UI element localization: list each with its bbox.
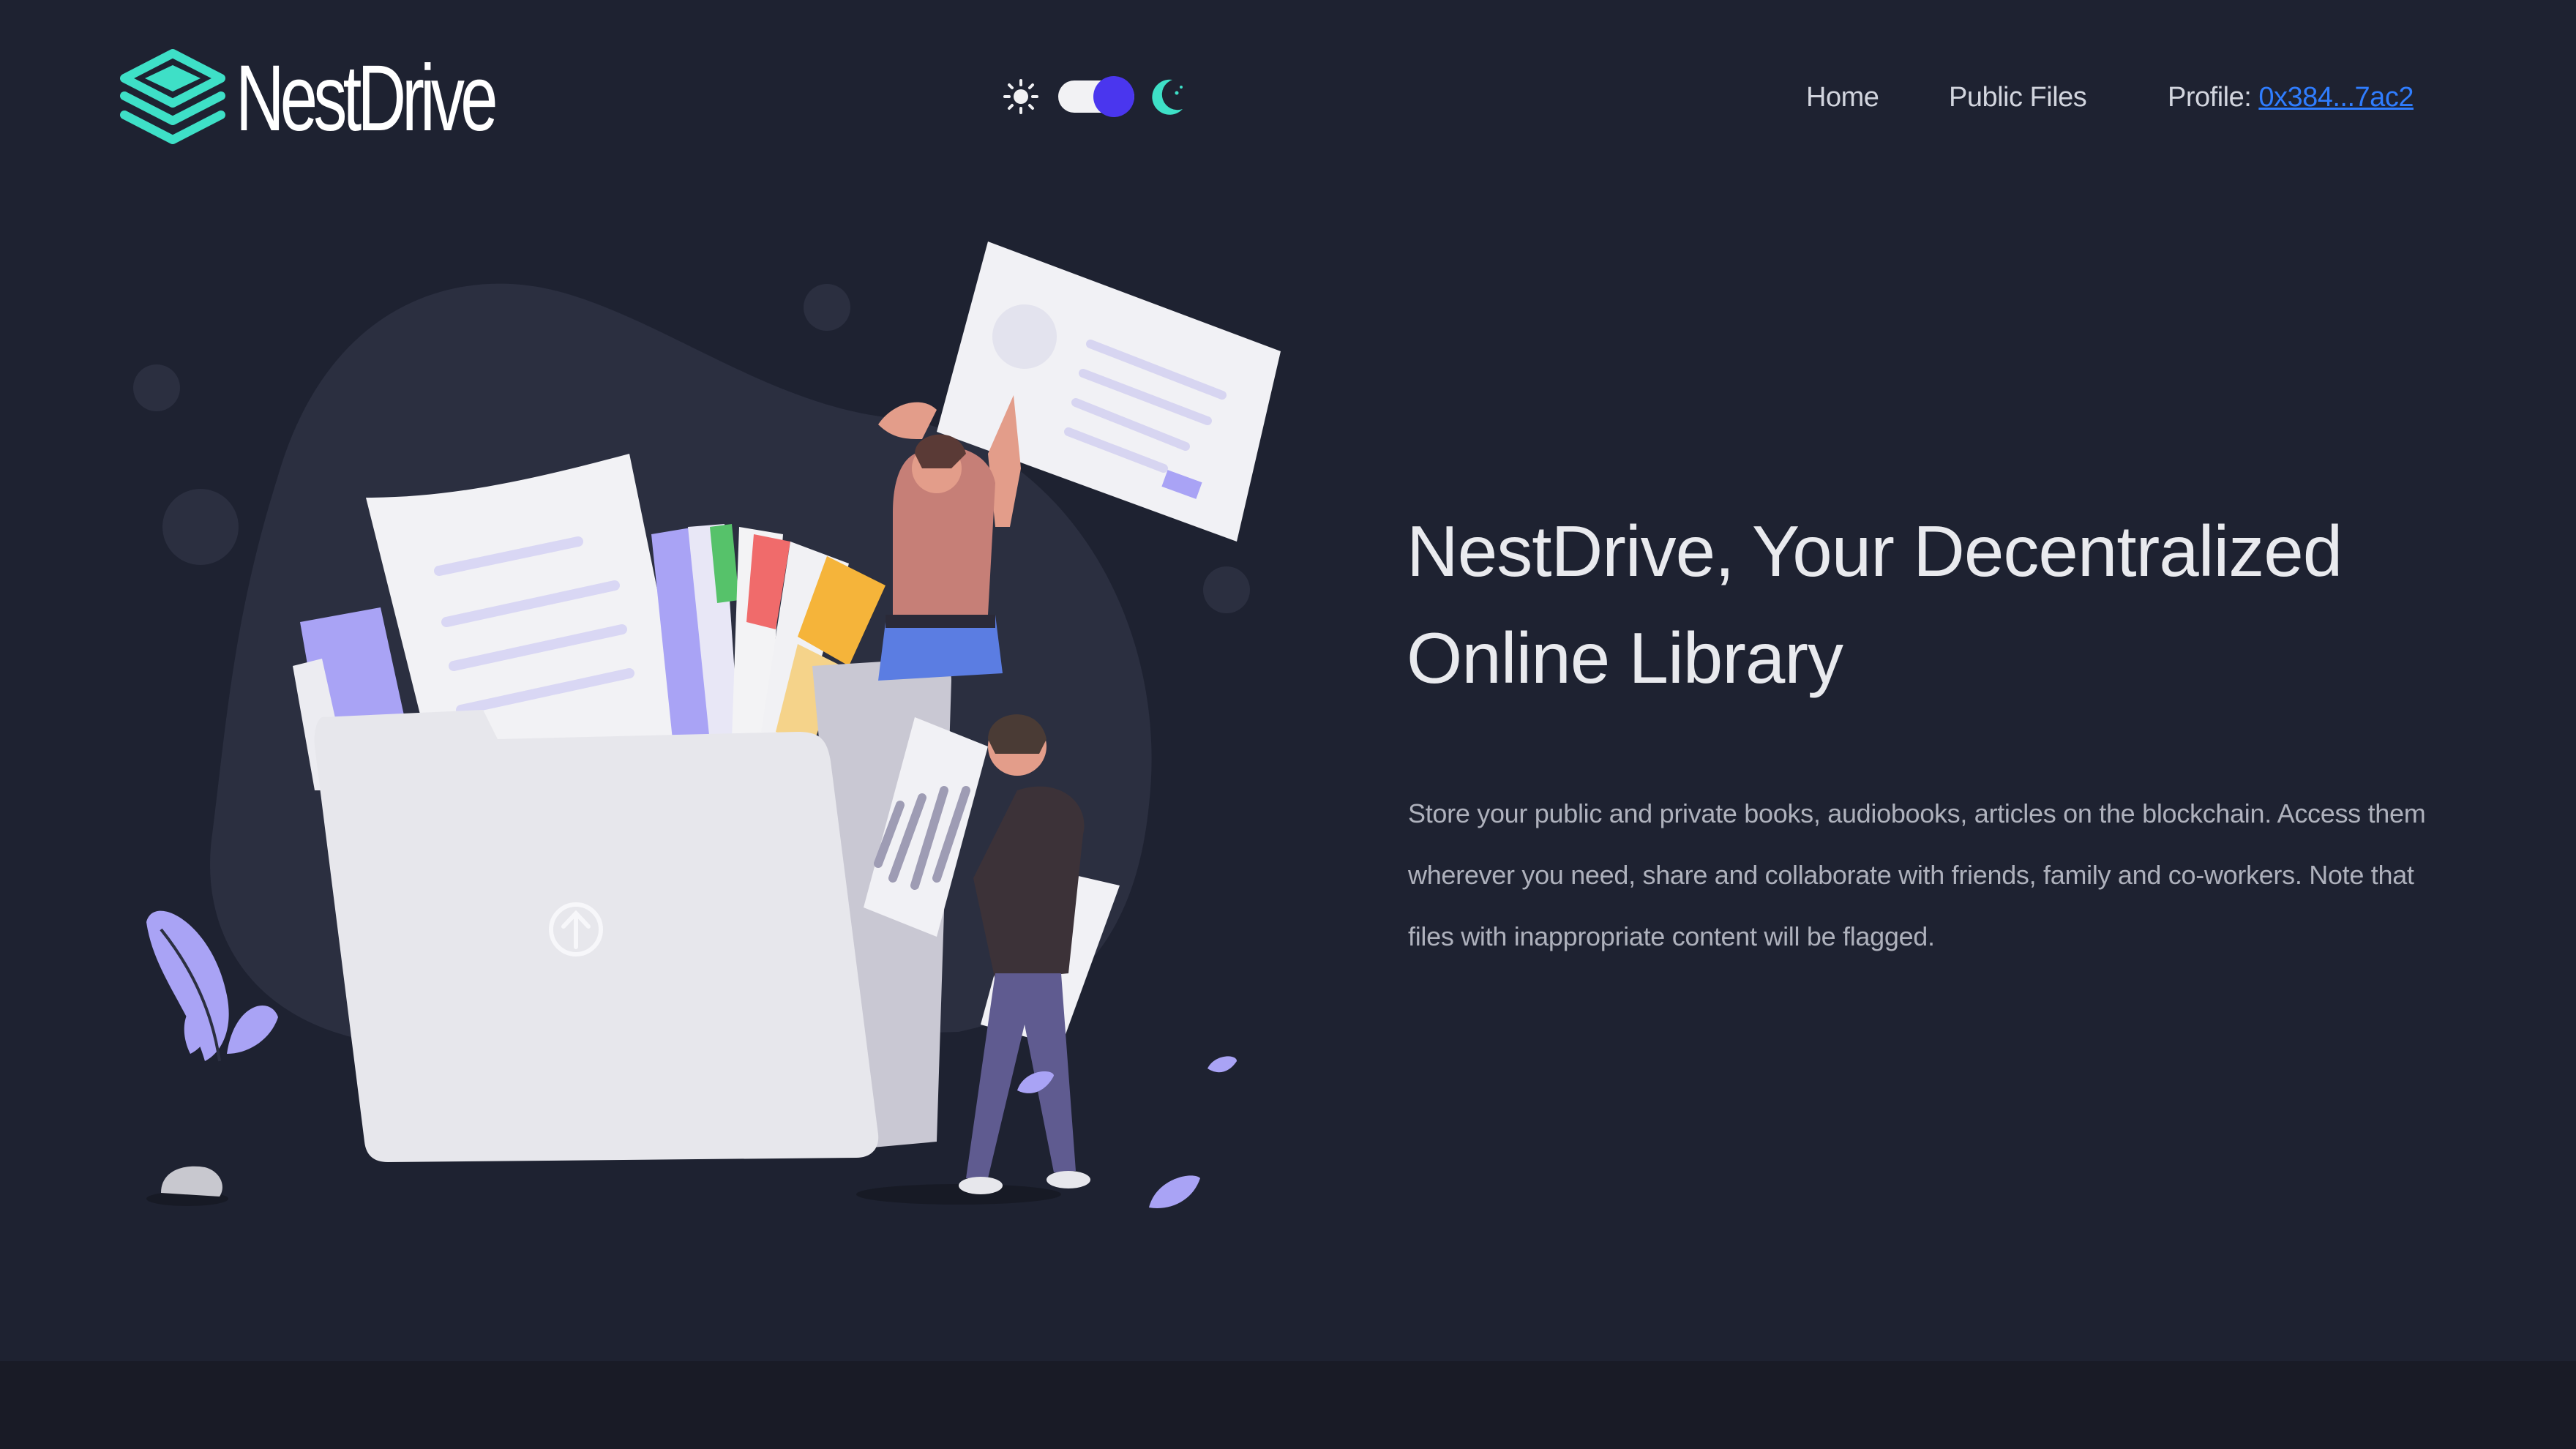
main-nav: Home Public Files Profile: 0x384...7ac2 [0, 79, 2576, 116]
landing-page: NestDrive Home Public Files Profile: 0x3… [0, 0, 2576, 1449]
hero-title: NestDrive, Your Decentralized Online Lib… [1407, 511, 2343, 698]
hero-description: Store your public and private books, aud… [1408, 798, 2426, 951]
profile-address-link[interactable]: 0x384...7ac2 [2258, 82, 2414, 113]
leaf-decoration [1149, 1175, 1200, 1208]
profile-label: Profile: [2168, 82, 2252, 113]
decor-circle [162, 489, 239, 565]
decor-circle [804, 284, 850, 331]
hero-illustration [133, 242, 1281, 1208]
rock-decoration [161, 1166, 222, 1197]
nav-public-files-link[interactable]: Public Files [1949, 79, 2087, 116]
nav-profile: Profile: 0x384...7ac2 [2168, 79, 2414, 116]
decor-circle [1203, 566, 1250, 613]
folder-front [314, 710, 879, 1162]
footer [0, 1361, 2576, 1449]
nav-home-link[interactable]: Home [1806, 79, 1879, 116]
leaf-decoration [1208, 1056, 1237, 1073]
ground-shadow [856, 1184, 1061, 1205]
decor-circle [133, 364, 180, 411]
